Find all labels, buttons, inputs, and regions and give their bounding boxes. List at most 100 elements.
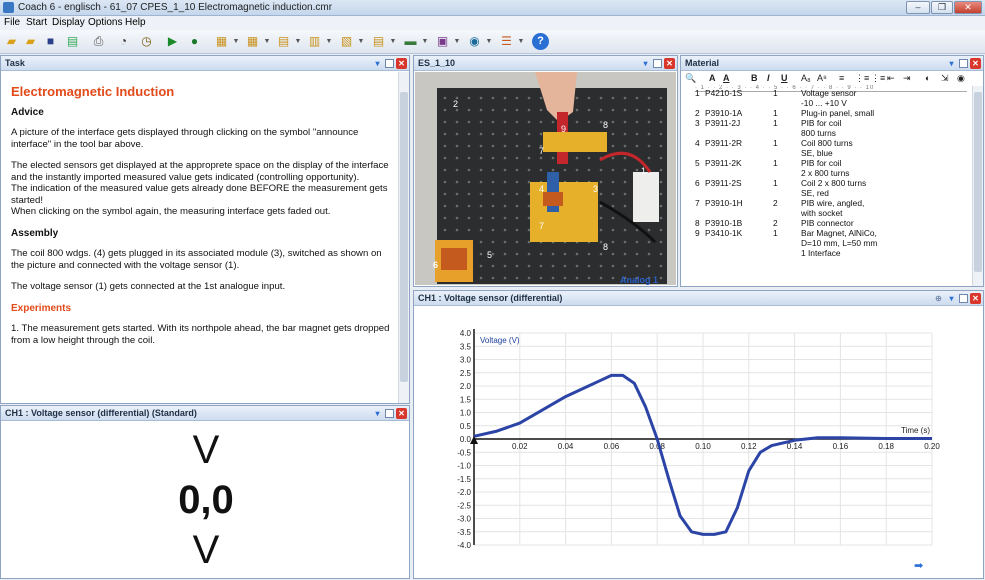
part-code: P4210-1S — [705, 88, 743, 98]
graph-icon[interactable]: ▥ — [306, 33, 323, 50]
font-color-icon[interactable]: A — [723, 72, 730, 85]
maximize-icon[interactable] — [385, 59, 394, 68]
value-dropdown-arrow[interactable]: ▼ — [389, 33, 397, 50]
minimize-button[interactable]: – — [906, 1, 930, 14]
insert-icon[interactable]: ⇲ — [941, 72, 949, 85]
meter-unit-bottom: V — [192, 528, 220, 572]
material-panel-header: Material ▾ ✕ — [681, 56, 983, 71]
menu-file[interactable]: File — [4, 16, 20, 30]
y-tick-label: 1.5 — [460, 395, 472, 404]
diagram-icon[interactable]: ▦ — [244, 33, 261, 50]
close-icon[interactable]: ✕ — [970, 58, 981, 69]
photo-label: 8 — [603, 120, 608, 130]
quantity: 1 — [773, 108, 778, 118]
y-tick-label: 2.0 — [460, 382, 472, 391]
graph-dropdown-arrow[interactable]: ▼ — [325, 33, 333, 50]
next-arrow-icon[interactable]: ➡ — [914, 559, 923, 572]
collapse-icon[interactable]: ▾ — [372, 408, 383, 419]
photo-label: 4 — [539, 184, 544, 194]
align-icon[interactable]: ≡ — [839, 72, 844, 85]
part-code: P3911-2R — [705, 138, 743, 148]
export-icon[interactable]: ▤ — [64, 33, 81, 50]
collapse-icon[interactable]: ▾ — [946, 293, 957, 304]
stop-icon[interactable]: ● — [186, 33, 203, 50]
y-tick-label: -1.5 — [457, 475, 471, 484]
maximize-icon[interactable] — [385, 409, 394, 418]
text-dropdown-arrow[interactable]: ▼ — [294, 33, 302, 50]
y-tick-label: -2.5 — [457, 501, 471, 510]
meter-value: 0,0 — [178, 478, 234, 522]
photo-label: 7 — [539, 221, 544, 231]
video-dropdown-arrow[interactable]: ▼ — [421, 33, 429, 50]
bullets-icon[interactable]: ⋮≡ — [855, 72, 869, 85]
print-icon[interactable]: ⎙ — [90, 33, 107, 50]
globe-icon[interactable]: ◉ — [957, 72, 965, 85]
text-icon[interactable]: ▤ — [275, 33, 292, 50]
collapse-icon[interactable]: ▾ — [946, 58, 957, 69]
open-file-icon[interactable]: ▰ — [22, 33, 39, 50]
x-tick-label: 0.06 — [604, 442, 620, 451]
meter-dropdown-arrow[interactable]: ▼ — [357, 33, 365, 50]
restore-button[interactable]: ❐ — [931, 1, 953, 14]
activity-icon[interactable]: ◔ — [115, 33, 132, 50]
subscript-icon[interactable]: A₈ — [801, 72, 811, 85]
photo-label: 3 — [593, 184, 598, 194]
analysis-dropdown-arrow[interactable]: ▼ — [485, 33, 493, 50]
maximize-icon[interactable] — [959, 294, 968, 303]
voltage-chart[interactable]: 4.0 3.5 3.0 2.5 2.0 1.5 1.0 0.5 0.0 -0.5 -1.0 -1.5 -… — [414, 307, 983, 579]
description-line: Plug-in panel, small — [801, 108, 875, 118]
list-icon[interactable]: ☰ — [498, 33, 515, 50]
list-dropdown-arrow[interactable]: ▼ — [517, 33, 525, 50]
analysis-icon[interactable]: ◉ — [466, 33, 483, 50]
video-icon[interactable]: ▬ — [402, 33, 419, 50]
menu-help[interactable]: Help — [125, 16, 146, 30]
font-icon[interactable]: A — [709, 72, 716, 85]
close-icon[interactable]: ✕ — [396, 408, 407, 419]
save-icon[interactable]: ■ — [42, 33, 59, 50]
bold-icon[interactable]: B — [751, 72, 758, 85]
close-icon[interactable]: ✕ — [664, 58, 675, 69]
outdent-icon[interactable]: ⇤ — [887, 72, 895, 85]
italic-icon[interactable]: I — [767, 72, 770, 85]
y-tick-label: 2.5 — [460, 369, 472, 378]
image-icon[interactable]: ▣ — [434, 33, 451, 50]
underline-icon[interactable]: U — [781, 72, 788, 85]
menu-options[interactable]: Options — [88, 16, 122, 30]
material-scrollbar[interactable] — [972, 86, 983, 286]
superscript-icon[interactable]: A⁸ — [817, 72, 827, 85]
open-folder-icon[interactable]: ▰ — [3, 33, 20, 50]
description-line: Voltage sensor — [801, 88, 857, 98]
close-icon[interactable]: ✕ — [970, 293, 981, 304]
value-icon[interactable]: ▤ — [370, 33, 387, 50]
color-icon[interactable]: ◐ — [925, 72, 930, 85]
meter-icon[interactable]: ▧ — [338, 33, 355, 50]
help-icon[interactable]: ? — [532, 33, 549, 50]
numbering-icon[interactable]: ⋮≡ — [871, 72, 885, 85]
menu-start[interactable]: Start — [26, 16, 47, 30]
photo-label: 5 — [487, 250, 492, 260]
close-button[interactable]: ✕ — [954, 1, 982, 14]
start-icon[interactable]: ▶ — [164, 33, 181, 50]
diagram-dropdown-arrow[interactable]: ▼ — [263, 33, 271, 50]
table-dropdown-arrow[interactable]: ▼ — [232, 33, 240, 50]
close-icon[interactable]: ✕ — [396, 58, 407, 69]
image-dropdown-arrow[interactable]: ▼ — [453, 33, 461, 50]
zoom-icon[interactable]: ⊕ — [933, 293, 944, 304]
timer-icon[interactable]: ◷ — [138, 33, 155, 50]
indent-icon[interactable]: ⇥ — [903, 72, 911, 85]
collapse-icon[interactable]: ▾ — [372, 58, 383, 69]
zoom-icon[interactable]: 🔍 — [685, 72, 696, 85]
graph-panel-header: CH1 : Voltage sensor (differential) ⊕ ▾ ✕ — [414, 291, 983, 306]
maximize-icon[interactable] — [959, 59, 968, 68]
quantity: 2 — [773, 218, 778, 228]
table-row: 1 P4210-1S 1 Voltage sensor -10 ... +10 V — [685, 88, 877, 108]
menu-display[interactable]: Display — [52, 16, 85, 30]
maximize-icon[interactable] — [653, 59, 662, 68]
quantity: 1 — [773, 228, 778, 238]
collapse-icon[interactable]: ▾ — [640, 58, 651, 69]
table-row: 7 P3910-1H 2 PIB wire, angled, with socket — [685, 198, 877, 218]
description-line: -10 ... +10 V — [801, 98, 847, 108]
task-scrollbar[interactable] — [398, 72, 409, 403]
quantity: 1 — [773, 118, 778, 128]
table-icon[interactable]: ▦ — [213, 33, 230, 50]
